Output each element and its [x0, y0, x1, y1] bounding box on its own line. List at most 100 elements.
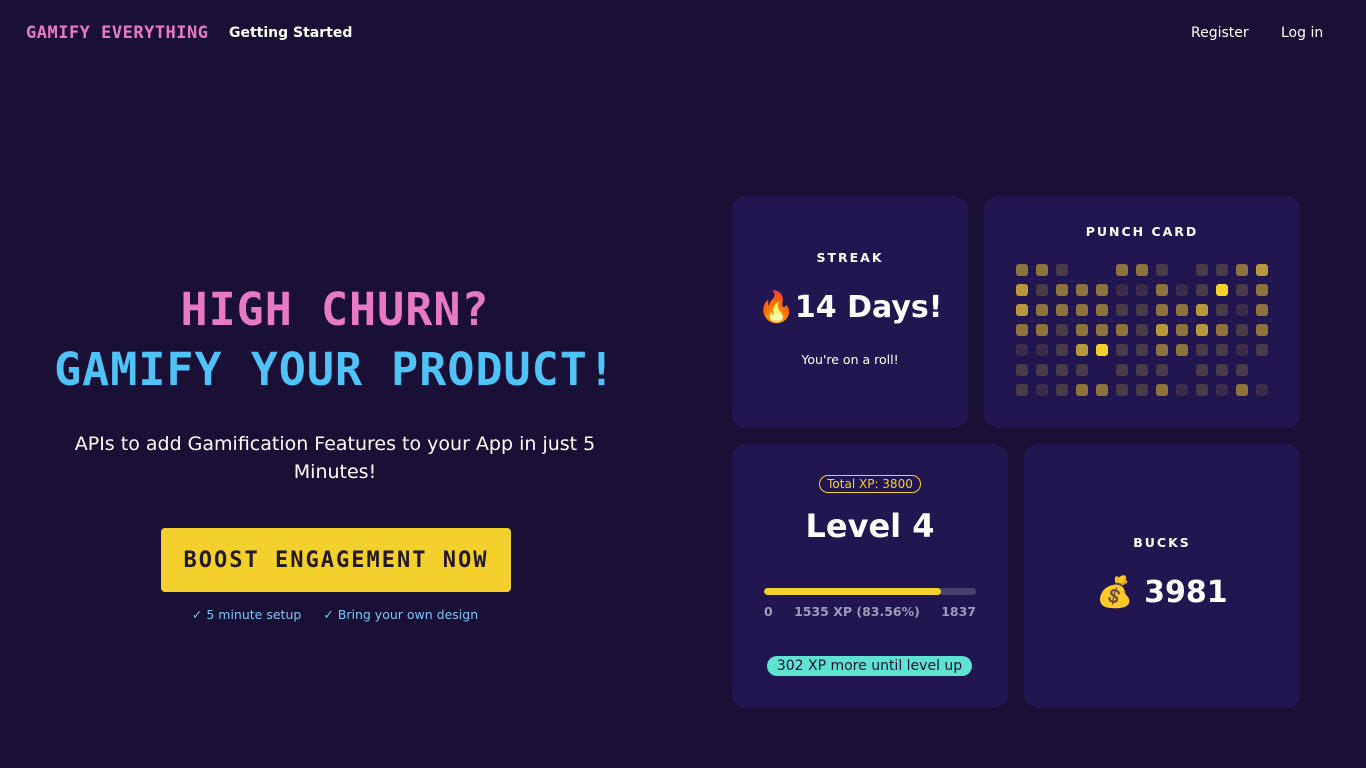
punch-dot: [1136, 304, 1148, 316]
streak-card: STREAK 🔥14 Days! You're on a roll!: [732, 196, 968, 428]
punch-dot: [1036, 324, 1048, 336]
punch-dot: [1156, 364, 1168, 376]
punch-dot: [1116, 384, 1128, 396]
punch-dot: [1196, 344, 1208, 356]
punch-dot: [1236, 344, 1248, 356]
punch-dot: [1056, 384, 1068, 396]
punch-dot: [1016, 284, 1028, 296]
punch-dot: [1036, 304, 1048, 316]
punch-dot: [1256, 364, 1268, 376]
punch-dot: [1116, 364, 1128, 376]
xp-progress-bar: [764, 588, 976, 595]
punch-dot: [1056, 264, 1068, 276]
punch-dot: [1256, 304, 1268, 316]
punch-dot: [1196, 304, 1208, 316]
punch-dot: [1156, 384, 1168, 396]
punch-dot: [1016, 384, 1028, 396]
punch-dot: [1076, 364, 1088, 376]
punch-dot: [1136, 344, 1148, 356]
punch-dot: [1016, 304, 1028, 316]
nav-login[interactable]: Log in: [1281, 25, 1323, 41]
punch-dot: [1016, 344, 1028, 356]
punch-dot: [1196, 264, 1208, 276]
punch-dot: [1076, 344, 1088, 356]
punch-dot: [1096, 264, 1108, 276]
punch-dot: [1236, 304, 1248, 316]
punch-dot: [1096, 344, 1108, 356]
hero-section: HIGH CHURN? GAMIFY YOUR PRODUCT! APIs to…: [40, 280, 630, 622]
punch-dot: [1056, 324, 1068, 336]
punch-dot: [1196, 364, 1208, 376]
punch-dot: [1236, 324, 1248, 336]
punch-dot: [1156, 284, 1168, 296]
punch-dot: [1236, 264, 1248, 276]
punch-dot: [1156, 344, 1168, 356]
level-card: Total XP: 3800 Level 4 0 1535 XP (83.56%…: [732, 444, 1008, 708]
punch-dot: [1176, 304, 1188, 316]
punch-dot: [1036, 364, 1048, 376]
punch-dot: [1136, 364, 1148, 376]
feature-label: 5 minute setup: [206, 607, 302, 622]
boost-engagement-button[interactable]: BOOST ENGAGEMENT NOW: [161, 528, 511, 592]
punch-dot: [1216, 264, 1228, 276]
punch-dot: [1256, 264, 1268, 276]
hero-subtitle: APIs to add Gamification Features to you…: [74, 433, 596, 483]
punch-dot: [1256, 324, 1268, 336]
punch-dot: [1076, 384, 1088, 396]
punch-dot: [1116, 304, 1128, 316]
punch-dot: [1156, 324, 1168, 336]
punch-dot: [1256, 344, 1268, 356]
feature-list: ✓ 5 minute setup ✓ Bring your own design: [40, 607, 630, 622]
punch-dot: [1236, 364, 1248, 376]
punch-dot: [1216, 364, 1228, 376]
punch-dot: [1016, 324, 1028, 336]
punch-dot: [1176, 364, 1188, 376]
bucks-value: 💰 3981: [1024, 575, 1300, 610]
punch-dot: [1096, 284, 1108, 296]
punch-dot: [1116, 344, 1128, 356]
coin-icon: 💰: [1096, 575, 1134, 610]
feature-item: ✓ 5 minute setup: [192, 607, 301, 622]
punch-dot: [1016, 364, 1028, 376]
punch-dot: [1036, 284, 1048, 296]
punch-dot: [1116, 324, 1128, 336]
logo[interactable]: GAMIFY EVERYTHING: [26, 23, 209, 43]
punch-dot: [1016, 264, 1028, 276]
total-xp-badge: Total XP: 3800: [819, 475, 921, 493]
punch-dot: [1136, 384, 1148, 396]
punch-dot: [1096, 364, 1108, 376]
punch-dot: [1256, 384, 1268, 396]
check-icon: ✓: [191, 607, 203, 622]
xp-progress-labels: 0 1535 XP (83.56%) 1837: [764, 604, 976, 619]
hero-heading: HIGH CHURN? GAMIFY YOUR PRODUCT!: [40, 280, 630, 400]
xp-min: 0: [764, 604, 773, 619]
punch-dot: [1176, 344, 1188, 356]
levelup-badge: 302 XP more until level up: [767, 656, 972, 676]
nav-getting-started[interactable]: Getting Started: [229, 25, 352, 41]
punch-dot: [1216, 324, 1228, 336]
punch-dot: [1196, 324, 1208, 336]
punch-dot: [1096, 384, 1108, 396]
punch-dot: [1036, 384, 1048, 396]
feature-label: Bring your own design: [337, 607, 479, 622]
punch-dot: [1056, 284, 1068, 296]
punch-card-label: PUNCH CARD: [1085, 224, 1199, 239]
hero-line-1: HIGH CHURN?: [180, 283, 490, 336]
punch-dot: [1136, 264, 1148, 276]
xp-max: 1837: [941, 604, 976, 619]
bucks-amount: 3981: [1144, 575, 1228, 610]
punch-dot: [1236, 384, 1248, 396]
punch-dot: [1056, 344, 1068, 356]
punch-dot: [1176, 264, 1188, 276]
check-icon: ✓: [323, 607, 334, 622]
punch-dot: [1136, 324, 1148, 336]
nav-register[interactable]: Register: [1191, 25, 1249, 41]
streak-note: You're on a roll!: [801, 352, 899, 367]
streak-value: 🔥14 Days!: [732, 290, 968, 325]
punch-dot: [1176, 384, 1188, 396]
xp-current: 1535 XP (83.56%): [794, 604, 920, 619]
feature-item: ✓ Bring your own design: [323, 607, 478, 622]
bucks-label: BUCKS: [1133, 535, 1191, 550]
punch-grid: [1016, 264, 1276, 404]
streak-label: STREAK: [816, 250, 884, 265]
